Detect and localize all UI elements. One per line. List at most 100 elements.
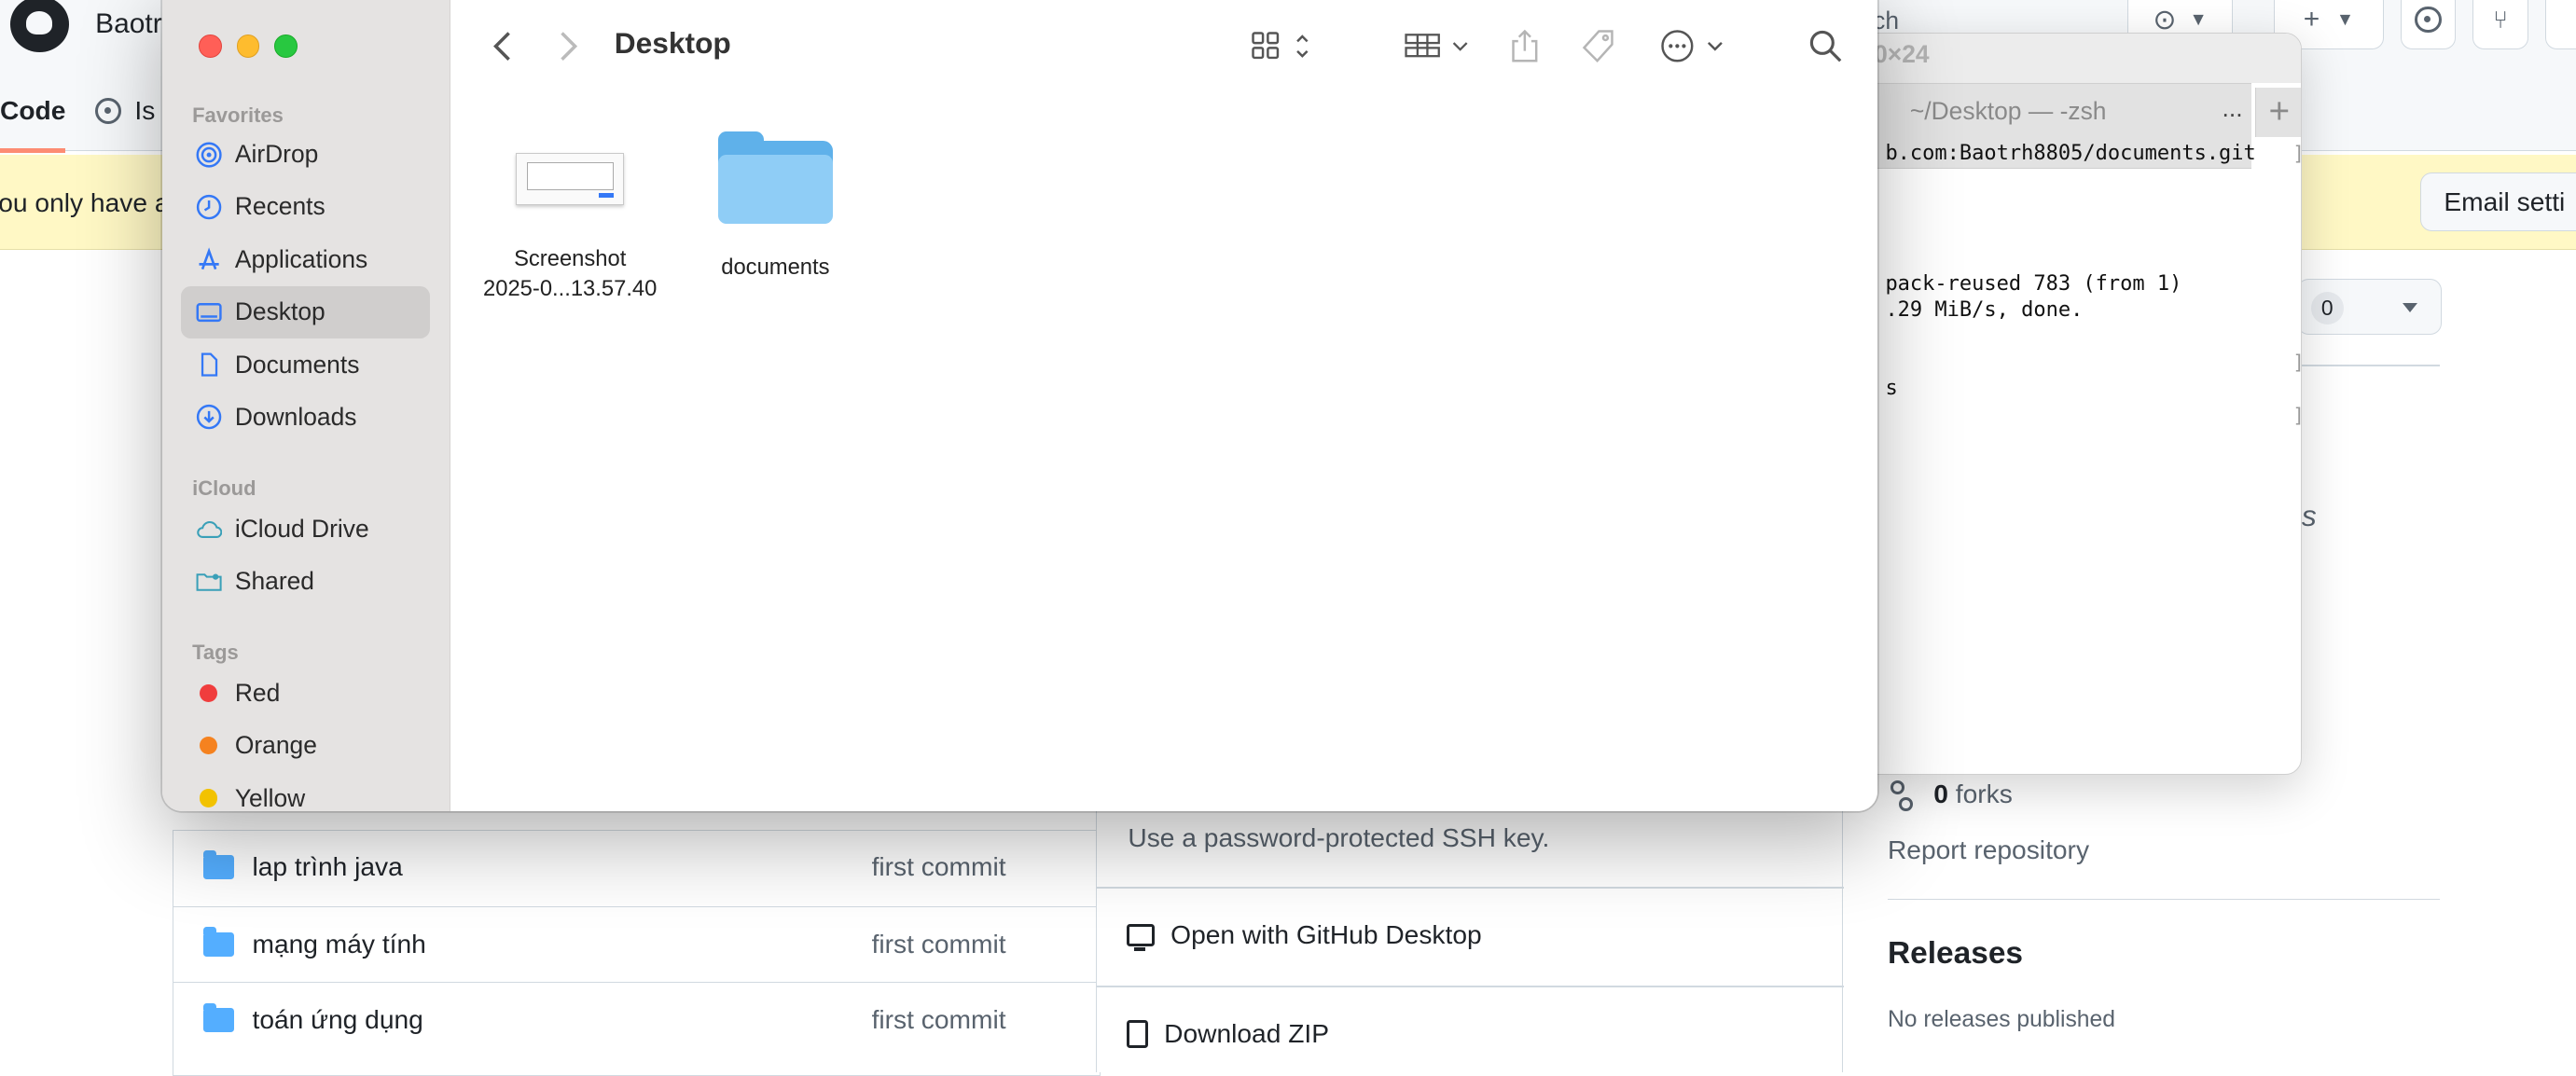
terminal-tab-label: ~/Desktop — -zsh (1909, 97, 2107, 126)
table-row[interactable]: mạng máy tính first commit (173, 906, 1102, 982)
close-window-button[interactable] (199, 34, 222, 58)
download-icon (196, 404, 222, 430)
terminal-output-line: .29 MiB/s, done. (1885, 297, 2084, 322)
cloud-icon (196, 516, 222, 542)
share-icon (1512, 29, 1538, 62)
star-count-badge: 0 (2310, 291, 2344, 324)
zoom-window-button[interactable] (274, 34, 298, 58)
tags-button[interactable] (1581, 24, 1617, 67)
window-title: Desktop (614, 26, 731, 61)
minimize-window-button[interactable] (236, 34, 260, 58)
pull-request-icon: ⑂ (2493, 5, 2508, 34)
new-tab-button[interactable]: + (2254, 88, 2301, 138)
view-mode-button[interactable] (1250, 24, 1319, 67)
sidebar-item-label: Yellow (234, 783, 306, 812)
table-row[interactable]: toán ứng dụng first commit (173, 982, 1102, 1057)
finder-window[interactable]: Favorites AirDrop Recents Applications D… (162, 0, 1878, 812)
chevron-right-icon (561, 31, 577, 61)
zip-file-icon (1126, 1019, 1148, 1048)
sidebar-item-label: Downloads (234, 402, 357, 431)
group-button[interactable] (1403, 24, 1475, 67)
download-zip-label: Download ZIP (1164, 1018, 1330, 1049)
folder-name: documents (721, 255, 830, 281)
forks-count: 0 (1933, 778, 1948, 808)
file-screenshot[interactable]: Screenshot 2025-0...13.57.40 (479, 152, 660, 304)
terminal-output-line: b.com:Baotrh8805/documents.git (1885, 142, 2256, 166)
file-name-link[interactable]: lap trình java (253, 851, 403, 882)
sidebar-item-icloud-drive[interactable]: iCloud Drive (181, 503, 431, 555)
sidebar-item-label: Orange (234, 731, 317, 760)
share-button[interactable] (1508, 24, 1541, 67)
folder-icon (202, 1002, 235, 1033)
commit-message-link[interactable]: first commit (872, 1004, 1006, 1035)
file-name-link[interactable]: mạng máy tính (253, 929, 426, 959)
sidebar-item-applications[interactable]: Applications (181, 233, 431, 285)
divider (2300, 365, 2440, 366)
notice-banner-text: ou only have a (0, 186, 170, 217)
sidebar-item-tag-orange[interactable]: Orange (181, 720, 431, 772)
email-settings-button[interactable]: Email setti (2419, 172, 2576, 232)
download-zip-button[interactable]: Download ZIP (1126, 1018, 1330, 1049)
terminal-bracket-mark: ] (2292, 351, 2301, 374)
tag-icon (1582, 30, 1613, 62)
repo-owner-link[interactable]: Baotr (95, 8, 162, 40)
releases-empty-text: No releases published (1887, 1006, 2115, 1032)
sidebar-item-tag-yellow[interactable]: Yellow (181, 772, 431, 811)
file-name-link[interactable]: toán ứng dụng (253, 1004, 423, 1035)
sidebar-item-tag-red[interactable]: Red (181, 667, 431, 719)
table-row[interactable]: lap trình java first commit (173, 829, 1102, 905)
commit-message-link[interactable]: first commit (872, 929, 1006, 959)
finder-content[interactable]: Desktop Screenshot 2025-0...13.57.40 doc… (450, 0, 1878, 812)
tab-overflow-icon[interactable]: ... (2223, 94, 2243, 123)
chevron-left-icon (493, 31, 511, 61)
terminal-window[interactable]: 0×24 ~/Desktop — -zsh ... + b.com:Baotrh… (1873, 33, 2302, 776)
github-logo-icon[interactable] (9, 0, 69, 53)
search-icon (1809, 30, 1841, 62)
sidebar-item-downloads[interactable]: Downloads (181, 391, 431, 443)
terminal-titlebar[interactable]: 0×24 (1874, 34, 2301, 84)
orange-tag-icon (196, 733, 222, 759)
folder-icon (202, 927, 235, 958)
sidebar-item-documents[interactable]: Documents (181, 338, 431, 391)
commit-message-link[interactable]: first commit (872, 851, 1006, 882)
folder-icon (202, 849, 235, 880)
sidebar-item-shared[interactable]: Shared (181, 555, 431, 607)
sidebar-item-label: iCloud Drive (234, 514, 369, 543)
forward-button[interactable] (555, 24, 581, 67)
terminal-bracket-mark: ] (2292, 142, 2301, 165)
report-repository-link[interactable]: Report repository (1888, 835, 2089, 865)
forks-link[interactable]: 0 forks (1890, 778, 2013, 811)
divider (1096, 887, 1845, 889)
issues-button[interactable] (2400, 0, 2457, 49)
group-icon (1405, 33, 1468, 58)
open-github-desktop-button[interactable]: Open with GitHub Desktop (1126, 919, 1482, 952)
fork-icon (1890, 780, 1914, 811)
file-list: lap trình java first commit mạng máy tín… (172, 829, 1102, 1076)
back-button[interactable] (490, 24, 516, 67)
desktop-app-icon (1126, 923, 1155, 952)
sidebar-item-label: AirDrop (234, 140, 319, 169)
notifications-button[interactable] (2544, 0, 2576, 49)
sidebar-item-airdrop[interactable]: AirDrop (181, 128, 431, 180)
clone-dropdown-panel: Use a password-protected SSH key. Open w… (1095, 809, 1845, 1073)
grid-view-icon (1252, 31, 1309, 59)
sidebar-item-label: Applications (234, 244, 368, 273)
screenshot-thumbnail-icon (516, 152, 625, 206)
tags-section-label: Tags (192, 640, 239, 664)
plus-icon: + (2303, 4, 2320, 35)
tab-issues[interactable]: Is (95, 95, 155, 126)
red-tag-icon (196, 680, 222, 706)
pull-requests-button[interactable]: ⑂ (2472, 0, 2528, 49)
chevron-down-icon: ▼ (2335, 8, 2355, 30)
releases-heading[interactable]: Releases (1888, 936, 2023, 972)
more-actions-button[interactable] (1659, 24, 1724, 67)
file-documents-folder[interactable]: documents (693, 131, 857, 283)
sidebar-item-desktop[interactable]: Desktop (180, 285, 431, 338)
divider (1096, 985, 1845, 987)
star-dropdown[interactable]: 0 (2296, 279, 2442, 336)
forks-label: forks (1955, 778, 2013, 808)
sidebar-item-recents[interactable]: Recents (181, 181, 431, 233)
search-button[interactable] (1807, 24, 1844, 67)
tab-code[interactable]: Code (0, 95, 65, 126)
ssh-note: Use a password-protected SSH key. (1128, 822, 1550, 853)
